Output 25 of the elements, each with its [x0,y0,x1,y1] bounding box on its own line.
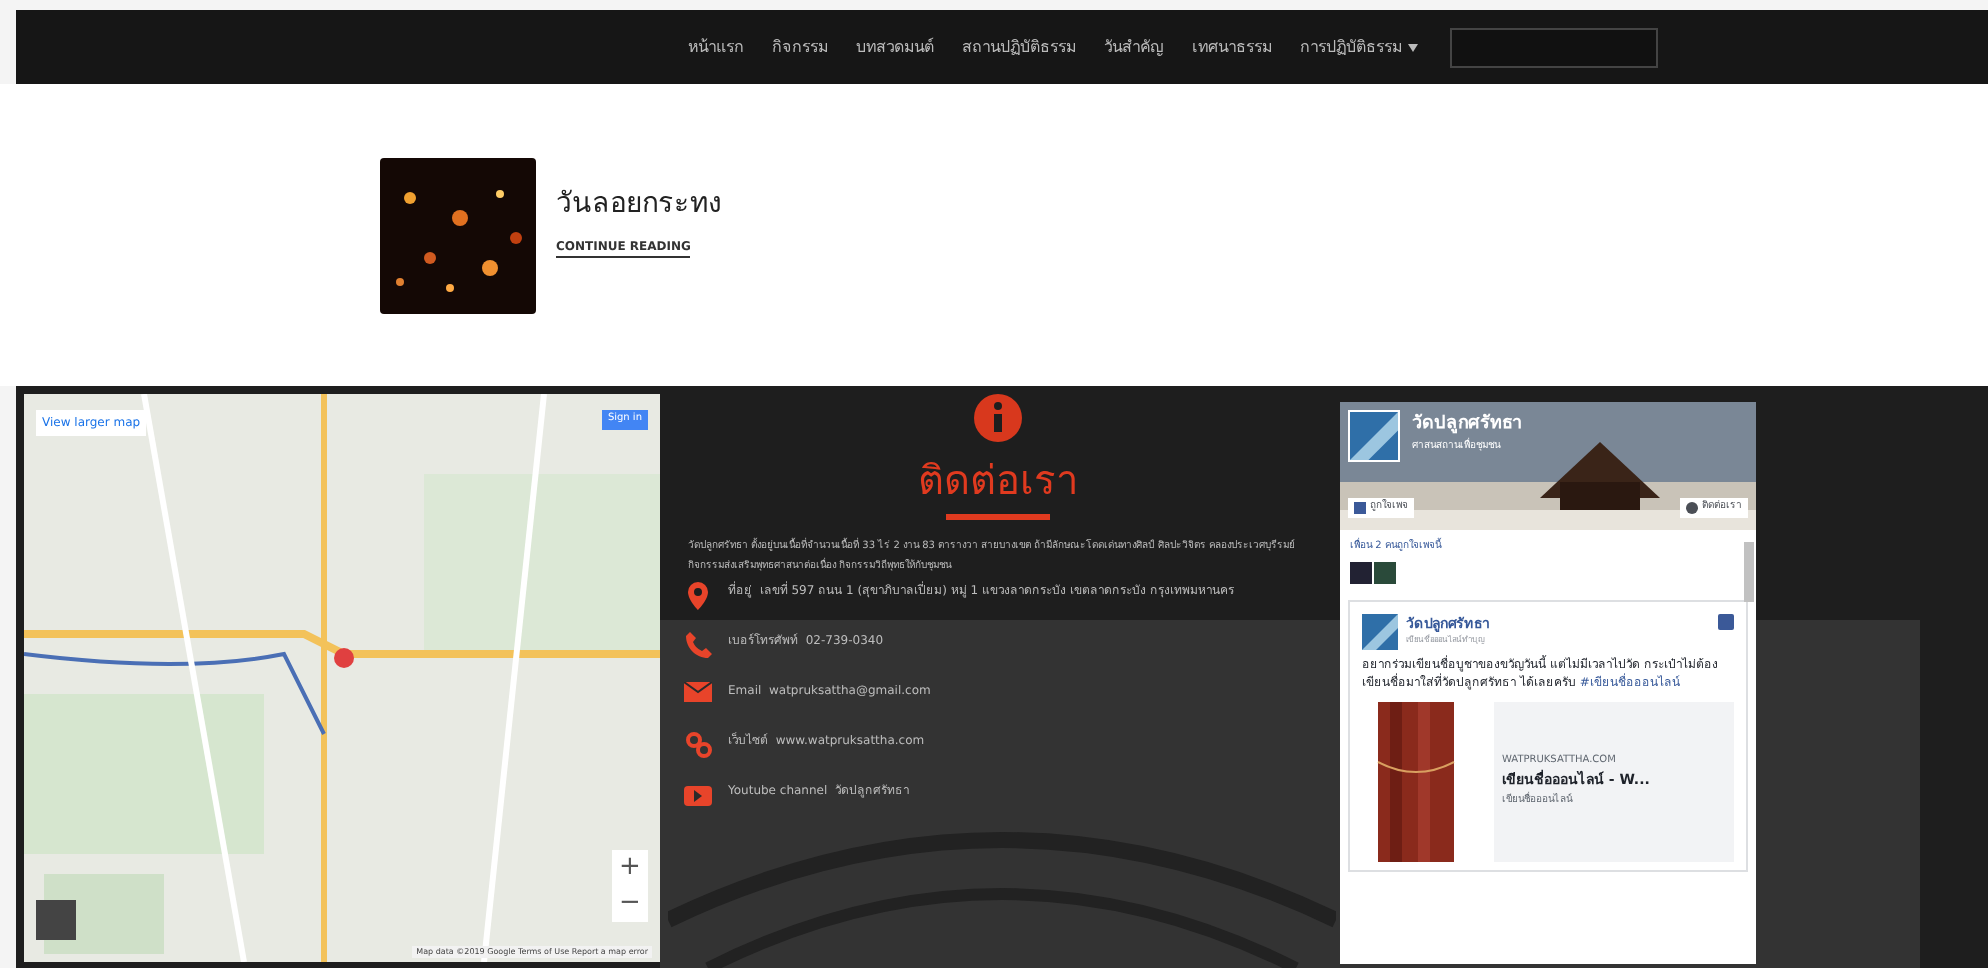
title-underline [946,514,1050,520]
location-pin-icon [688,582,708,610]
info-icon [974,394,1022,442]
contact-title: ติดต่อเรา [918,454,1078,508]
facebook-icon [1718,613,1734,629]
friend-avatar [1374,561,1396,583]
zoom-out-button[interactable]: − [619,886,641,922]
envelope-icon [684,682,712,702]
caret-icon [1408,43,1418,51]
nav-link[interactable]: เทศนาธรรม [1192,35,1272,59]
nav-link[interactable]: กิจกรรม [772,35,828,59]
video-icon [684,782,712,806]
search-field[interactable] [1450,27,1658,67]
nav-link[interactable]: การปฏิบัติธรรม [1300,35,1418,59]
zoom-in-button[interactable]: + [619,850,641,886]
scrollbar [1744,542,1754,602]
nav-link[interactable]: หน้าแรก [688,35,744,59]
nav-link[interactable]: สถานปฏิบัติธรรม [962,35,1076,59]
friend-avatar [1350,561,1372,583]
link-icon [685,732,711,758]
nav-link[interactable]: วันสำคัญ [1104,35,1164,59]
street-view-control[interactable] [36,900,76,940]
post-title: วันลอยกระทง [556,186,722,224]
nav-link[interactable]: บทสวดมนต์ [856,35,934,59]
phone-icon [685,632,711,658]
